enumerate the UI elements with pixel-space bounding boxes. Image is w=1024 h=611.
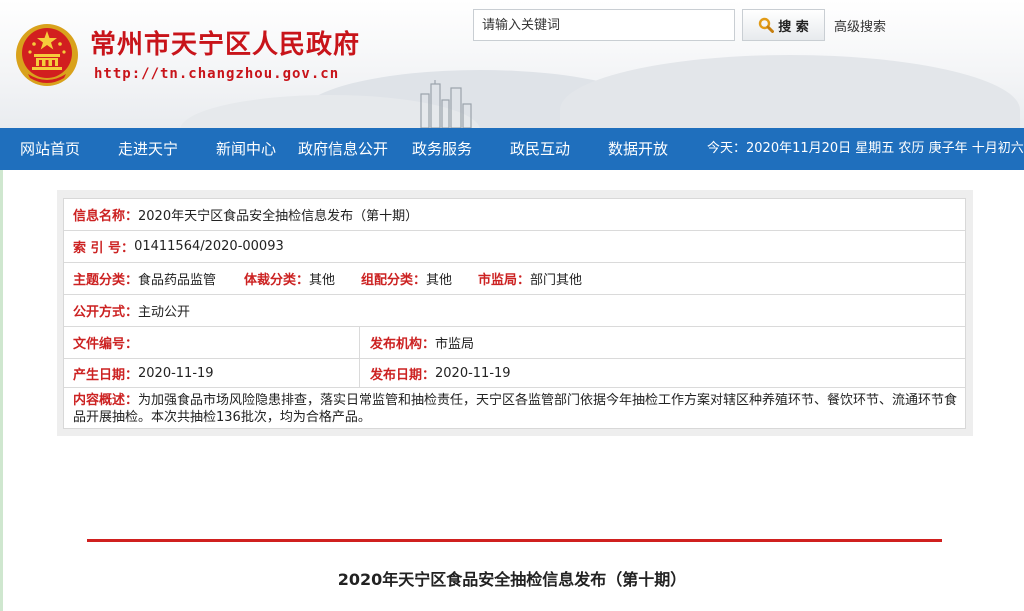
search-input[interactable] [473, 9, 735, 41]
search-icon [759, 17, 775, 33]
info-genre-value: 其他 [309, 273, 336, 288]
site-url[interactable]: http://tn.changzhou.gov.cn [94, 66, 339, 82]
nav-item-gov-info[interactable]: 政府信息公开 [298, 128, 388, 170]
info-summary-value: 为加强食品市场风险隐患排查，落实日常监管和抽检责任，天宁区各监管部门依据今年抽检… [73, 393, 958, 425]
info-name-label: 信息名称： [73, 209, 139, 224]
today-date: 今天：2020年11月20日 星期五 农历 庚子年 十月初六 [707, 141, 1024, 156]
info-doc-no: 文件编号： [73, 327, 138, 358]
info-row-doc: 文件编号： 发布机构： 市监局 [64, 327, 965, 359]
info-summary: 内容概述：为加强食品市场风险隐患排查，落实日常监管和抽检责任，天宁区各监管部门依… [73, 392, 963, 426]
left-border-strip [0, 170, 3, 611]
info-published-value: 2020-11-19 [435, 365, 511, 381]
info-name-value: 2020年天宁区食品安全抽检信息发布（第十期） [138, 209, 419, 224]
info-issuer-value: 市监局 [435, 337, 475, 352]
advanced-search-link[interactable]: 高级搜索 [834, 16, 886, 35]
info-row-classification: 主题分类： 食品药品监管 体裁分类： 其他 组配分类： 其他 市监局： 部门其他 [64, 263, 965, 295]
info-issuer-label: 发布机构： [370, 337, 436, 352]
info-created-label: 产生日期： [73, 367, 139, 383]
info-open-mode: 公开方式： 主动公开 [73, 295, 190, 326]
info-index-value: 01411564/2020-00093 [134, 239, 284, 254]
info-row-name: 信息名称： 2020年天宁区食品安全抽检信息发布（第十期） [64, 199, 965, 231]
mountain-decoration [560, 55, 1020, 128]
info-row-index: 索 引 号： 01411564/2020-00093 [64, 231, 965, 263]
info-topic-label: 主题分类： [73, 273, 139, 288]
article-title: 2020年天宁区食品安全抽检信息发布（第十期） [337, 570, 687, 589]
info-bureau: 市监局： 部门其他 [478, 263, 582, 294]
info-row-open-mode: 公开方式： 主动公开 [64, 295, 965, 327]
skyline-decoration [420, 80, 472, 128]
info-bureau-label: 市监局： [478, 273, 531, 288]
info-open-mode-label: 公开方式： [73, 305, 139, 320]
search-button[interactable]: 搜 索 [742, 9, 825, 41]
site-title[interactable]: 常州市天宁区人民政府 [90, 24, 360, 61]
info-summary-label: 内容概述： [73, 393, 139, 408]
column-divider [359, 327, 360, 358]
info-index: 索 引 号： 01411564/2020-00093 [73, 231, 284, 262]
info-created: 产生日期： 2020-11-19 [73, 359, 214, 387]
site-header: 常州市天宁区人民政府 http://tn.changzhou.gov.cn 搜 … [0, 0, 1024, 128]
search-button-label: 搜 索 [778, 19, 809, 35]
info-created-value: 2020-11-19 [138, 365, 214, 381]
info-open-mode-value: 主动公开 [138, 305, 191, 320]
nav-item-news[interactable]: 新闻中心 [216, 128, 276, 170]
column-divider [359, 359, 360, 387]
info-topic: 主题分类： 食品药品监管 [73, 263, 216, 294]
info-row-summary: 内容概述：为加强食品市场风险隐患排查，落实日常监管和抽检责任，天宁区各监管部门依… [64, 388, 965, 428]
info-published: 发布日期： 2020-11-19 [370, 359, 511, 387]
info-org-class-value: 其他 [426, 273, 453, 288]
info-doc-no-label: 文件编号： [73, 337, 139, 352]
info-index-label: 索 引 号： [73, 241, 135, 256]
nav-item-services[interactable]: 政务服务 [412, 128, 472, 170]
info-issuer: 发布机构： 市监局 [370, 327, 474, 358]
nav-item-home[interactable]: 网站首页 [20, 128, 80, 170]
info-published-label: 发布日期： [370, 367, 436, 383]
info-table: 信息名称： 2020年天宁区食品安全抽检信息发布（第十期） 索 引 号： 014… [63, 198, 966, 429]
national-emblem-icon[interactable] [14, 22, 80, 88]
info-org-class: 组配分类： 其他 [361, 263, 452, 294]
info-genre: 体裁分类： 其他 [244, 263, 335, 294]
info-bureau-value: 部门其他 [530, 273, 583, 288]
title-divider [87, 539, 942, 542]
nav-item-about[interactable]: 走进天宁 [118, 128, 178, 170]
main-nav: 网站首页 走进天宁 新闻中心 政府信息公开 政务服务 政民互动 数据开放 今天：… [0, 128, 1024, 170]
info-org-class-label: 组配分类： [361, 273, 427, 288]
nav-item-interaction[interactable]: 政民互动 [510, 128, 570, 170]
info-topic-value: 食品药品监管 [138, 273, 217, 288]
info-genre-label: 体裁分类： [244, 273, 310, 288]
info-row-dates: 产生日期： 2020-11-19 发布日期： 2020-11-19 [64, 359, 965, 388]
nav-item-open-data[interactable]: 数据开放 [608, 128, 668, 170]
info-name: 信息名称： 2020年天宁区食品安全抽检信息发布（第十期） [73, 199, 418, 230]
